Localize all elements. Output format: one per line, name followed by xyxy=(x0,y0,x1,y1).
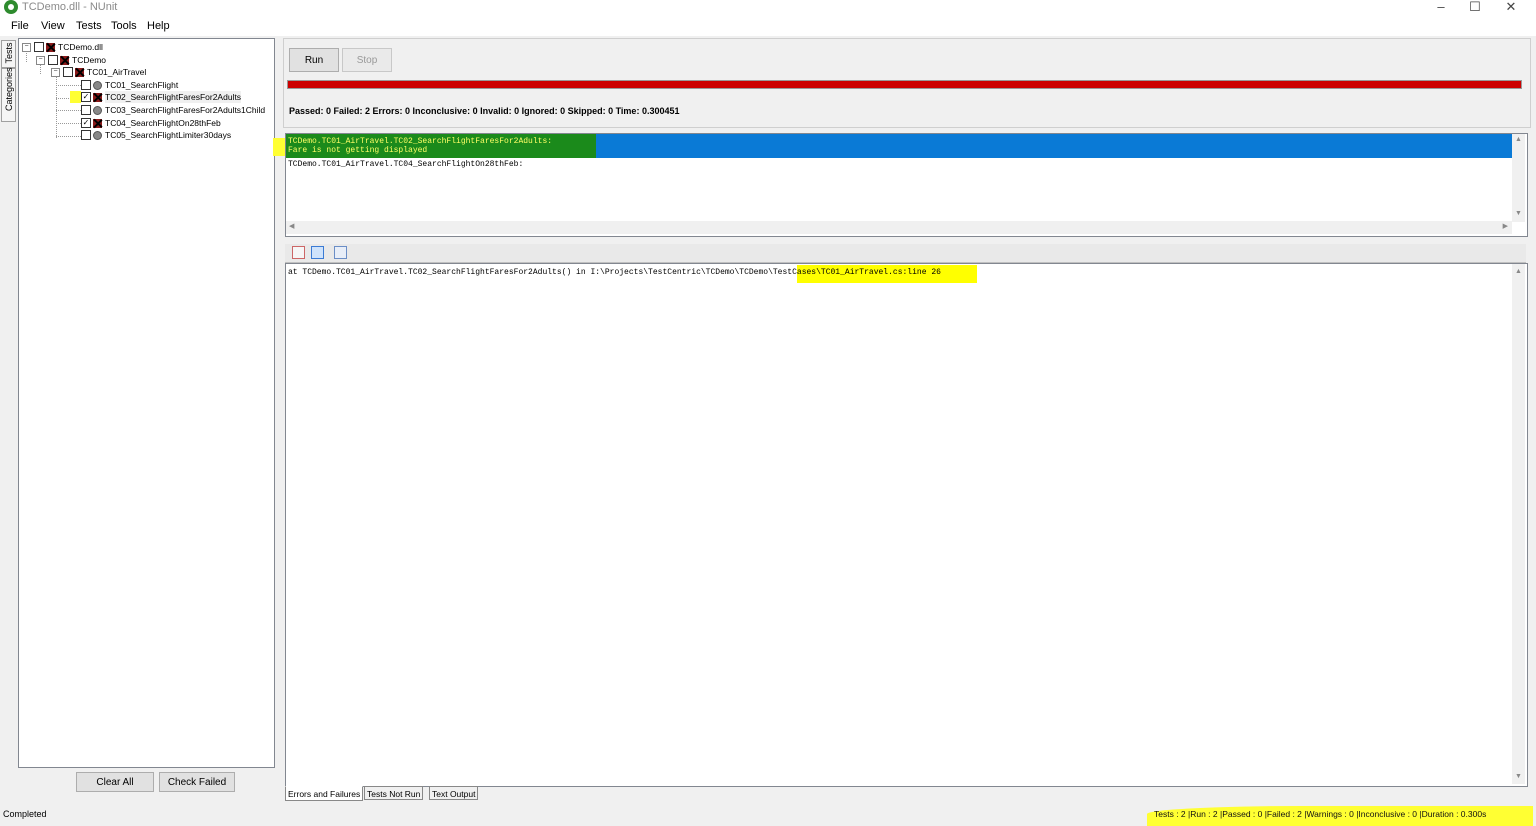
checkbox[interactable] xyxy=(48,55,58,65)
tree-node-test[interactable]: ✓ TC02_SearchFlightFaresFor2Adults xyxy=(70,91,242,103)
stack-vertical-scrollbar[interactable]: ▲ ▼ xyxy=(1512,264,1525,784)
menu-tools[interactable]: Tools xyxy=(111,20,137,32)
run-button[interactable]: Run xyxy=(289,48,339,72)
check-failed-button[interactable]: Check Failed xyxy=(159,772,235,792)
tree-node-assembly[interactable]: − TCDemo.dll xyxy=(22,41,103,53)
nunit-app-icon xyxy=(4,0,18,14)
tree-node-test[interactable]: ✓ TC04_SearchFlightOn28thFeb xyxy=(81,117,221,129)
tree-node-label: TC05_SearchFlightLimiter30days xyxy=(105,130,232,140)
tree-node-label: TCDemo.dll xyxy=(58,42,103,52)
failed-icon xyxy=(60,55,69,65)
failed-icon xyxy=(46,42,55,52)
tree-node-namespace[interactable]: − TCDemo xyxy=(36,54,106,66)
error-line: TCDemo.TC01_AirTravel.TC02_SearchFlightF… xyxy=(288,137,553,146)
tree-node-test[interactable]: TC05_SearchFlightLimiter30days xyxy=(81,129,231,141)
tree-node-test[interactable]: TC03_SearchFlightFaresFor2Adults1Child xyxy=(81,104,265,116)
run-summary: Passed: 0 Failed: 2 Errors: 0 Inconclusi… xyxy=(289,106,680,116)
not-run-icon xyxy=(93,105,102,115)
checkbox-checked[interactable]: ✓ xyxy=(81,118,91,128)
stack-trace-panel[interactable] xyxy=(285,263,1528,787)
status-counts: Tests : 2 |Run : 2 |Passed : 0 |Failed :… xyxy=(1154,809,1487,819)
checkbox-checked[interactable]: ✓ xyxy=(81,92,91,102)
maximize-button[interactable]: ☐ xyxy=(1460,0,1490,16)
highlight-mark xyxy=(273,138,285,156)
window-title: TCDemo.dll - NUnit xyxy=(22,1,118,13)
menu-file[interactable]: File xyxy=(11,20,29,32)
stop-button[interactable]: Stop xyxy=(342,48,392,72)
side-tabs: Tests Categories xyxy=(0,38,16,123)
clear-all-button[interactable]: Clear All xyxy=(76,772,154,792)
failed-icon xyxy=(93,92,102,102)
tree-node-fixture[interactable]: − TC01_AirTravel xyxy=(51,66,146,78)
checkbox[interactable] xyxy=(81,80,91,90)
failed-icon xyxy=(75,67,84,77)
tree-node-test[interactable]: TC01_SearchFlight xyxy=(81,79,178,91)
error-line[interactable]: TCDemo.TC01_AirTravel.TC04_SearchFlightO… xyxy=(288,160,523,169)
menu-tests[interactable]: Tests xyxy=(76,20,102,32)
title-bar xyxy=(0,0,1536,18)
tree-node-label: TC02_SearchFlightFaresFor2Adults xyxy=(105,91,242,103)
stack-trace-line: at TCDemo.TC01_AirTravel.TC02_SearchFlig… xyxy=(288,265,977,283)
wrap-text-icon[interactable] xyxy=(311,246,324,259)
not-run-icon xyxy=(93,130,102,140)
test-tree[interactable]: − TCDemo.dll − TCDemo − TC01_AirTravel T… xyxy=(18,38,275,768)
tree-node-label: TC03_SearchFlightFaresFor2Adults1Child xyxy=(105,105,266,115)
menu-view[interactable]: View xyxy=(41,20,65,32)
progress-bar xyxy=(287,80,1522,89)
close-button[interactable]: ✕ xyxy=(1496,0,1526,16)
collapse-icon[interactable]: − xyxy=(51,67,60,77)
menu-help[interactable]: Help xyxy=(147,20,170,32)
not-run-icon xyxy=(93,80,102,90)
tab-tests-not-run[interactable]: Tests Not Run xyxy=(364,786,424,800)
status-text: Completed xyxy=(3,809,47,819)
failed-icon xyxy=(93,118,102,128)
tree-node-label: TC04_SearchFlightOn28thFeb xyxy=(105,118,221,128)
tab-categories[interactable]: Categories xyxy=(1,67,16,122)
errors-vertical-scrollbar[interactable]: ▲ ▼ xyxy=(1512,134,1525,222)
copy-icon[interactable] xyxy=(334,246,347,259)
checkbox[interactable] xyxy=(81,105,91,115)
checkbox[interactable] xyxy=(34,42,44,52)
errors-horizontal-scrollbar[interactable]: ◀ ▶ xyxy=(286,221,1512,234)
tree-node-label: TCDemo xyxy=(72,55,107,65)
collapse-icon[interactable]: − xyxy=(22,42,31,52)
tree-node-label: TC01_SearchFlight xyxy=(105,80,179,90)
tree-node-label: TC01_AirTravel xyxy=(87,67,147,77)
collapse-icon[interactable]: − xyxy=(36,55,45,65)
stack-toolbar xyxy=(285,244,1526,263)
error-message: Fare is not getting displayed xyxy=(288,146,428,155)
tab-tests[interactable]: Tests xyxy=(1,40,16,68)
tab-text-output[interactable]: Text Output xyxy=(429,786,479,800)
checkbox[interactable] xyxy=(63,67,73,77)
source-code-icon[interactable] xyxy=(292,246,305,259)
minimize-button[interactable]: – xyxy=(1426,0,1456,16)
menu-bar xyxy=(0,18,1536,36)
checkbox[interactable] xyxy=(81,130,91,140)
tab-errors-and-failures[interactable]: Errors and Failures xyxy=(285,786,364,801)
